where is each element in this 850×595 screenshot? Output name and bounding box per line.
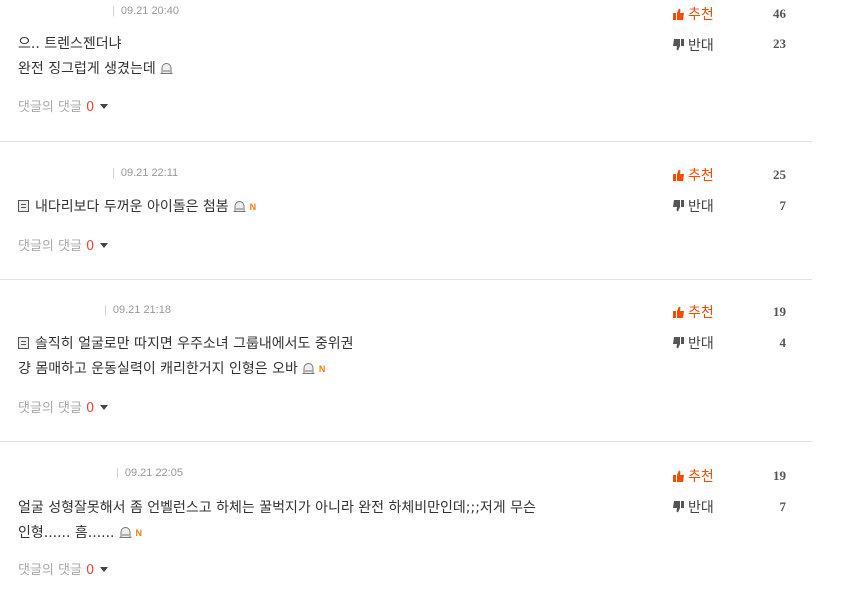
document-icon: [18, 337, 29, 349]
comment-meta: | 09.21 22:11: [112, 167, 178, 179]
oppose-button[interactable]: 반대: [673, 333, 714, 353]
new-badge: N: [318, 364, 326, 374]
recommend-label: 추천: [688, 469, 714, 485]
comment-body: 솔직히 얼굴로만 따지면 우주소녀 그룹내에서도 중위권 걍 몸매하고 운동실력…: [18, 332, 658, 383]
recommend-count: 25: [773, 167, 786, 182]
meta-separator: |: [112, 167, 115, 179]
reply-count: 0: [85, 100, 95, 115]
document-icon: [18, 200, 29, 212]
comment-line: 걍 몸매하고 운동실력이 캐리한거지 인형은 오바: [18, 361, 298, 377]
thumbs-up-icon: [673, 470, 684, 482]
chevron-down-icon: [100, 567, 109, 572]
oppose-label: 반대: [688, 336, 714, 352]
recommend-button[interactable]: 추천: [673, 4, 714, 24]
thumbs-up-icon: [673, 8, 684, 20]
comment-line-last: 걍 몸매하고 운동실력이 캐리한거지 인형은 오바 N: [18, 357, 658, 383]
comment-item: | 09.21 20:40 으.. 트렌스젠더냐 완전 징그럽게 생겼는데 댓글의…: [0, 0, 812, 142]
reply-count: 0: [85, 401, 95, 416]
ghost-icon: [302, 363, 315, 374]
oppose-button[interactable]: 반대: [673, 196, 714, 216]
comment-line-first: 솔직히 얼굴로만 따지면 우주소녀 그룹내에서도 중위권: [18, 332, 658, 357]
comment-line-last: 완전 징그럽게 생겼는데: [18, 57, 658, 82]
comment-datetime: 09.21 22:11: [120, 167, 179, 179]
recommend-count: 19: [773, 304, 786, 319]
recommend-button[interactable]: 추천: [673, 302, 714, 322]
thumbs-down-icon: [673, 337, 684, 349]
reply-label: 댓글의 댓글: [18, 100, 82, 115]
comment-line: 솔직히 얼굴로만 따지면 우주소녀 그룹내에서도 중위권: [35, 336, 354, 352]
reply-label: 댓글의 댓글: [18, 239, 82, 254]
comment-body: 얼굴 성형잘못해서 좀 언벨런스고 하체는 꿀벅지가 아니라 완전 하체비만인데…: [18, 496, 658, 547]
comment-datetime: 09.21 20:40: [120, 5, 179, 17]
reply-label: 댓글의 댓글: [18, 563, 82, 578]
comment-line: 얼굴 성형잘못해서 좀 언벨런스고 하체는 꿀벅지가 아니라 완전 하체비만인데…: [18, 500, 536, 516]
recommend-label: 추천: [688, 168, 714, 184]
meta-separator: |: [112, 5, 115, 17]
recommend-count: 46: [773, 6, 786, 21]
recommend-label: 추천: [688, 305, 714, 321]
oppose-count: 23: [773, 36, 786, 51]
comment-item: | 09.21 22:11 내다리보다 두꺼운 아이돌은 첨봄 N 댓글의 댓글 0 …: [0, 142, 812, 280]
recommend-button[interactable]: 추천: [673, 165, 714, 185]
thumbs-down-icon: [673, 200, 684, 212]
thumbs-down-icon: [673, 39, 684, 51]
thumbs-up-icon: [673, 169, 684, 181]
oppose-button[interactable]: 반대: [673, 35, 714, 55]
comment-body: 으.. 트렌스젠더냐 완전 징그럽게 생겼는데: [18, 32, 658, 82]
comment-meta: | 09.21 21:18: [104, 304, 171, 316]
oppose-label: 반대: [688, 38, 714, 54]
comment-item: | 09.21 22:05 얼굴 성형잘못해서 좀 언벨런스고 하체는 꿀벅지가 …: [0, 442, 812, 595]
chevron-down-icon: [100, 104, 109, 109]
meta-separator: |: [104, 304, 107, 316]
recommend-count: 19: [773, 468, 786, 483]
comment-line-last: 내다리보다 두꺼운 아이돌은 첨봄 N: [18, 195, 658, 221]
meta-separator: |: [116, 467, 119, 479]
thumbs-down-icon: [673, 501, 684, 513]
comment-line: 내다리보다 두꺼운 아이돌은 첨봄: [35, 199, 229, 215]
reply-toggle[interactable]: 댓글의 댓글 0: [18, 397, 109, 416]
comment-line-last: 인형...... 흠...... N: [18, 521, 658, 547]
comment-body: 내다리보다 두꺼운 아이돌은 첨봄 N: [18, 195, 658, 221]
thumbs-up-icon: [673, 306, 684, 318]
reply-label: 댓글의 댓글: [18, 401, 82, 416]
oppose-count: 7: [779, 499, 787, 514]
oppose-count: 4: [779, 335, 787, 350]
comment-line: 으.. 트렌스젠더냐: [18, 36, 122, 52]
comment-line: 인형...... 흠......: [18, 525, 115, 541]
comment-line: 완전 징그럽게 생겼는데: [18, 61, 156, 77]
oppose-count: 7: [779, 198, 787, 213]
recommend-label: 추천: [688, 7, 714, 23]
oppose-label: 반대: [688, 199, 714, 215]
chevron-down-icon: [100, 243, 109, 248]
oppose-button[interactable]: 반대: [673, 497, 714, 517]
reply-toggle[interactable]: 댓글의 댓글 0: [18, 559, 109, 578]
reply-toggle[interactable]: 댓글의 댓글 0: [18, 96, 109, 115]
oppose-label: 반대: [688, 500, 714, 516]
recommend-button[interactable]: 추천: [673, 466, 714, 486]
ghost-icon: [233, 201, 246, 212]
reply-count: 0: [85, 563, 95, 578]
comment-datetime: 09.21 21:18: [112, 304, 171, 316]
ghost-icon: [160, 63, 173, 74]
chevron-down-icon: [100, 405, 109, 410]
comment-datetime: 09.21 22:05: [124, 467, 183, 479]
new-badge: N: [135, 528, 143, 538]
new-badge: N: [249, 202, 257, 212]
reply-count: 0: [85, 239, 95, 254]
comment-meta: | 09.21 22:05: [116, 467, 183, 479]
comment-meta: | 09.21 20:40: [112, 5, 179, 17]
reply-toggle[interactable]: 댓글의 댓글 0: [18, 235, 109, 254]
comment-item: | 09.21 21:18 솔직히 얼굴로만 따지면 우주소녀 그룹내에서도 중위…: [0, 280, 812, 442]
ghost-icon: [119, 527, 131, 538]
